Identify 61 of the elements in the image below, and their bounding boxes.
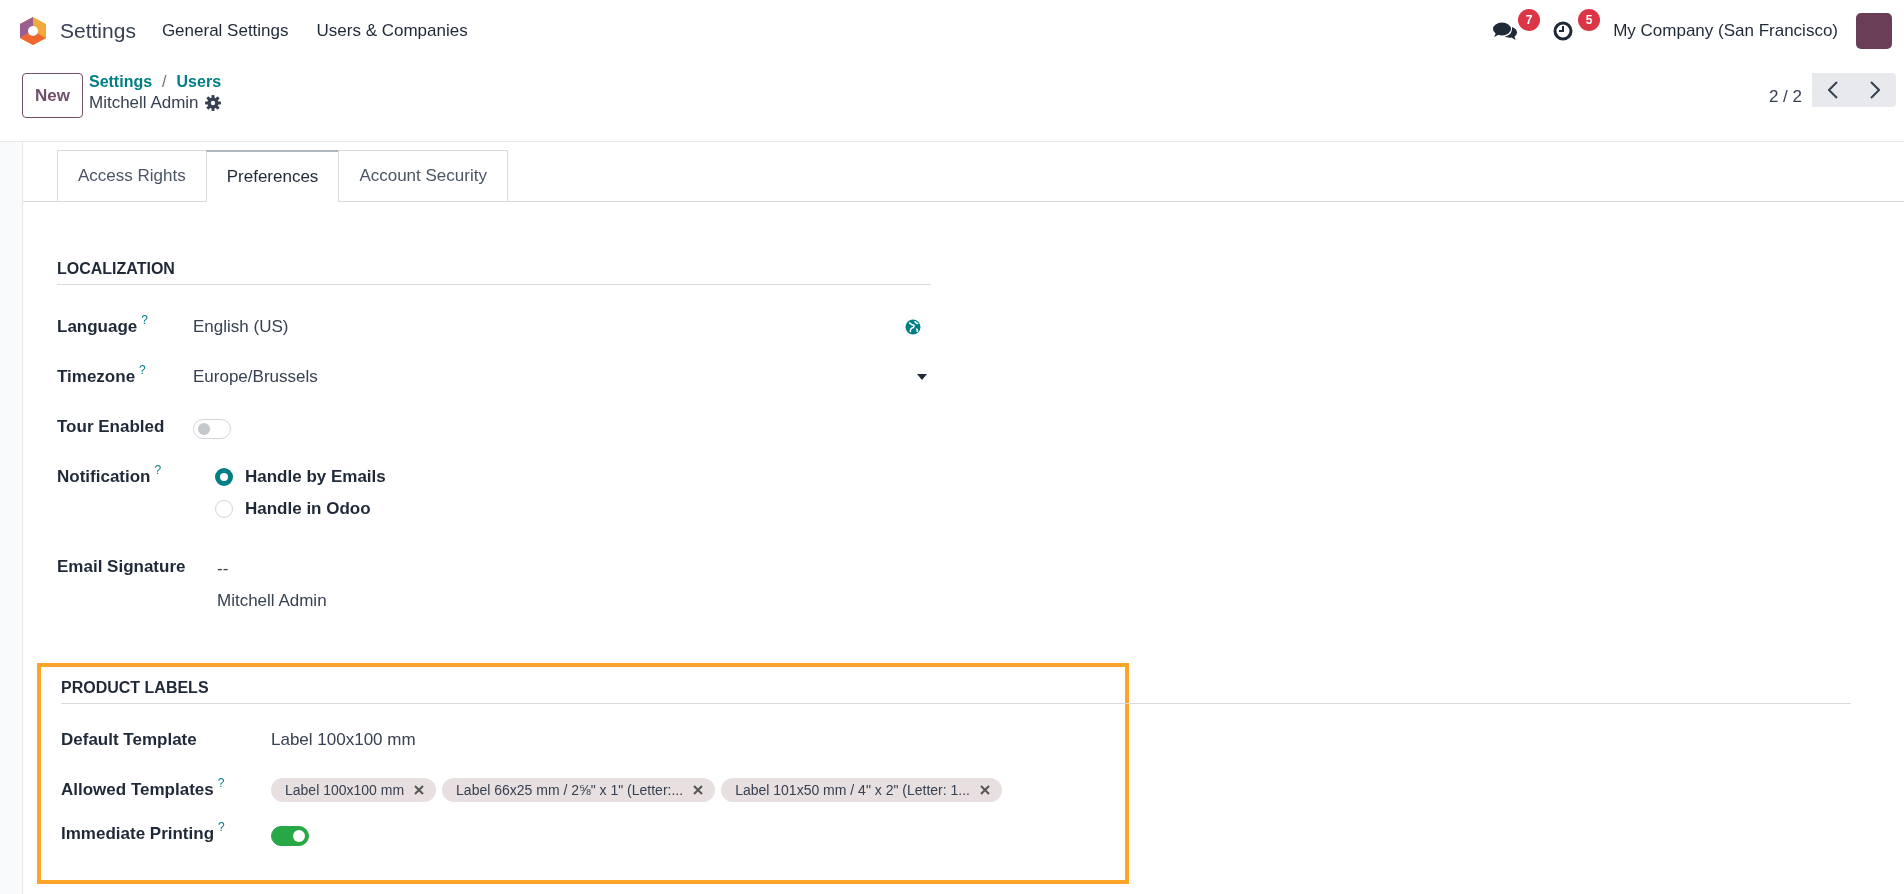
gear-icon[interactable] [204,95,221,111]
radio-option[interactable]: Handle in Odoo [215,499,386,519]
field-label: Immediate Printing [61,823,215,844]
close-icon [414,785,425,795]
field-label: Notification [57,466,151,487]
chat-bubbles-icon [1493,21,1518,41]
company-switcher[interactable]: My Company (San Francisco) [1613,21,1838,41]
nav-menu-item[interactable]: Users & Companies [316,21,468,41]
app-logo-icon[interactable] [20,17,46,45]
globe-icon[interactable] [905,319,921,335]
messages-button[interactable] [1493,20,1518,42]
select-field[interactable]: Europe/Brussels [193,363,931,387]
next-button[interactable] [1854,73,1896,107]
caret-icon[interactable] [917,374,927,380]
input-field[interactable]: English (US) [193,313,931,337]
section-title: LOCALIZATION [57,260,931,285]
notification-badge: 5 [1578,9,1601,31]
field-value: Label 100x100 mm [271,729,416,750]
field-label: Email Signature [57,556,186,577]
help-tooltip-mark[interactable]: ? [217,776,225,790]
section-title: PRODUCT LABELS [61,679,1851,704]
field-label: Default Template [61,729,197,750]
field-value: Europe/Brussels [193,367,318,387]
signature-line: Mitchell Admin [217,591,327,611]
breadcrumb-link[interactable]: Settings [88,73,153,91]
previous-button[interactable] [1812,73,1854,107]
field-label: Tour Enabled [57,416,165,437]
tag-label: Label 66x25 mm / 2⅝" x 1" (Letter:... [456,782,684,798]
close-icon [693,785,704,795]
chevron-right-icon [1870,81,1880,99]
form-tab[interactable]: Preferences [205,150,340,202]
notification-badge: 7 [1518,9,1541,31]
remove-tag-button[interactable] [980,785,990,795]
help-tooltip-mark[interactable]: ? [139,363,146,377]
app-title: Settings [60,19,136,43]
form-tab[interactable]: Account Security [338,150,508,202]
radio-button[interactable] [215,468,233,486]
nav-menu-item[interactable]: General Settings [161,21,289,41]
record-name: Mitchell Admin [88,93,199,113]
field-label: Timezone [57,366,136,387]
help-tooltip-mark[interactable]: ? [141,313,148,327]
form-tab[interactable]: Access Rights [57,150,207,202]
clock-icon [1553,21,1574,41]
help-tooltip-mark[interactable]: ? [218,820,225,834]
remove-tag-button[interactable] [693,785,704,795]
field-value: English (US) [193,317,289,337]
radio-option[interactable]: Handle by Emails [215,467,386,487]
field-label: Language [57,316,138,337]
new-button[interactable]: New [22,73,83,118]
breadcrumb-separator: / [162,73,167,91]
help-tooltip-mark[interactable]: ? [154,463,162,477]
tag-label: Label 101x50 mm / 4" x 2" (Letter: 1... [735,782,970,798]
breadcrumb-link[interactable]: Users [176,73,222,91]
remove-tag-button[interactable] [414,785,425,795]
toggle-switch[interactable] [271,826,309,846]
pager-value: 2 / 2 [1768,87,1802,107]
field-label: Allowed Templates [61,779,214,800]
tag-label: Label 100x100 mm [285,782,405,798]
signature-line: -- [217,559,230,579]
close-icon [980,785,990,795]
chevron-left-icon [1828,81,1838,99]
